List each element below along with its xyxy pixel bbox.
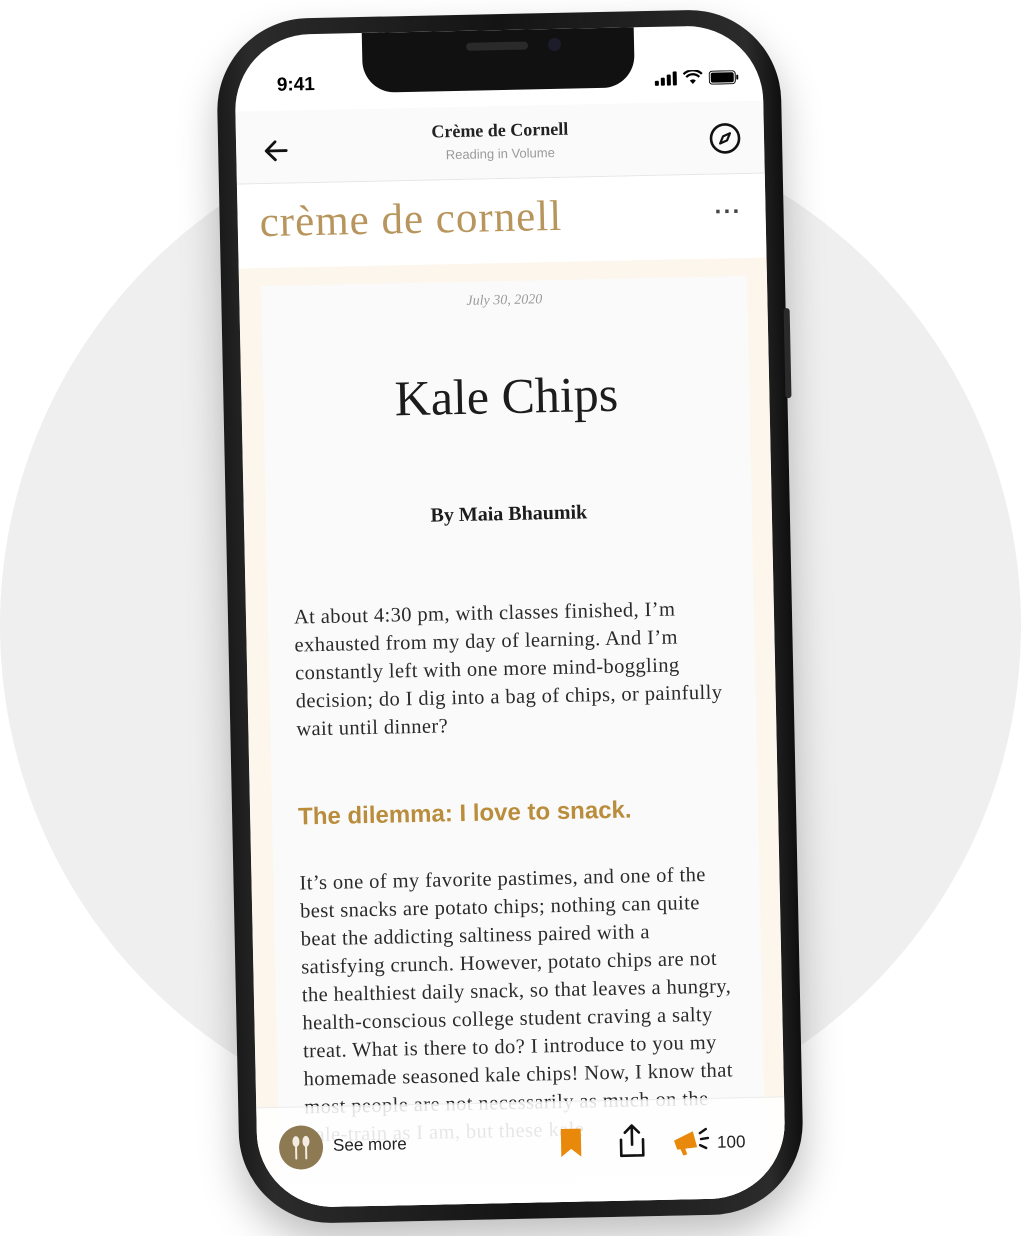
article-date: July 30, 2020 — [466, 292, 543, 309]
status-time: 9:41 — [276, 73, 316, 96]
see-more-link[interactable]: See more — [333, 1134, 407, 1156]
article-card: July 30, 2020 Kale Chips By Maia Bhaumik… — [261, 275, 768, 1209]
clap-count: 100 — [716, 1132, 746, 1152]
compass-icon[interactable] — [708, 121, 743, 156]
phone-frame: 9:41 Crème de Cornell Reading in Volume — [215, 8, 805, 1225]
utensils-icon — [292, 1135, 310, 1160]
article-byline: By Maia Bhaumik — [430, 501, 588, 527]
publication-avatar[interactable] — [278, 1125, 324, 1170]
content-area[interactable]: July 30, 2020 Kale Chips By Maia Bhaumik… — [238, 257, 787, 1209]
megaphone-icon[interactable] — [671, 1125, 712, 1158]
front-camera — [547, 37, 562, 52]
bookmark-icon[interactable] — [559, 1128, 584, 1158]
signal-icon — [654, 70, 677, 86]
phone-screen: 9:41 Crème de Cornell Reading in Volume — [233, 24, 787, 1209]
status-icons — [654, 69, 739, 86]
notch — [361, 27, 635, 93]
navigation-bar: Crème de Cornell Reading in Volume — [235, 100, 765, 185]
more-options-button[interactable]: ··· — [714, 198, 742, 227]
battery-icon — [708, 69, 739, 85]
masthead-title: crème de cornell — [259, 192, 563, 247]
article-title: Kale Chips — [394, 365, 619, 427]
share-icon[interactable] — [617, 1122, 648, 1159]
article-subheading: The dilemma: I love to snack. — [297, 796, 632, 831]
masthead: crème de cornell ··· — [236, 173, 767, 269]
wifi-icon — [682, 69, 703, 85]
bottom-action-bar: See more 100 — [256, 1096, 787, 1209]
speaker — [465, 41, 529, 51]
article-paragraph-1: At about 4:30 pm, with classes finished,… — [293, 598, 723, 741]
